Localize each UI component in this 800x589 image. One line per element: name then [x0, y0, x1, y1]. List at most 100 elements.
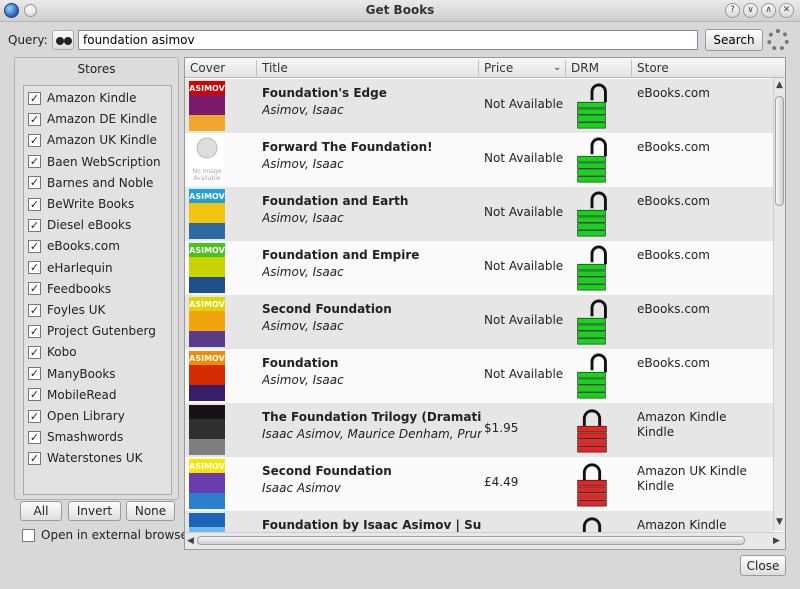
store-checkbox[interactable]: ✓	[28, 324, 41, 338]
table-row[interactable]: ASIMOV Second Foundation Asimov, Isaac Not …	[185, 295, 773, 349]
store-label: Amazon DE Kindle	[47, 112, 158, 127]
table-row[interactable]: ASIMOV Foundation's Edge Asimov, Isaac Not …	[185, 79, 773, 133]
table-row[interactable]: No Image Available Forward The Foundation…	[185, 133, 773, 187]
store-item[interactable]: ✓ eBooks.com	[28, 237, 120, 255]
close-button[interactable]: Close	[740, 555, 786, 576]
store-item[interactable]: ✓ Foyles UK	[28, 301, 105, 319]
scroll-down-arrow-icon[interactable]: ▼	[776, 517, 783, 527]
store-checkbox[interactable]: ✓	[28, 112, 41, 126]
book-author: Asimov, Isaac	[262, 265, 344, 279]
store-checkbox[interactable]: ✓	[28, 430, 41, 444]
store-item[interactable]: ✓ Amazon DE Kindle	[28, 110, 157, 128]
store-label: MobileRead	[47, 387, 117, 402]
sort-chevron-down-icon: ⌄	[553, 62, 562, 73]
scroll-left-arrow-icon[interactable]: ◀	[187, 536, 194, 546]
store-item[interactable]: ✓ MobileRead	[28, 386, 117, 404]
store-item[interactable]: ✓ BeWrite Books	[28, 195, 134, 213]
column-header-store[interactable]: Store	[637, 61, 669, 75]
table-row[interactable]: ASIMOV Second Foundation Isaac Asimov £4.49…	[185, 457, 773, 511]
search-button[interactable]: Search	[705, 29, 763, 51]
binoculars-icon[interactable]	[52, 30, 74, 50]
store-checkbox[interactable]: ✓	[28, 176, 41, 190]
store-checkbox[interactable]: ✓	[28, 303, 41, 317]
store-label: Amazon UK Kindle	[47, 133, 157, 148]
book-title: Foundation and Empire	[262, 248, 420, 262]
book-price: Not Available	[484, 313, 564, 327]
store-item[interactable]: ✓ Waterstones UK	[28, 449, 142, 467]
store-item[interactable]: ✓ eHarlequin	[28, 259, 113, 277]
store-label: BeWrite Books	[47, 197, 135, 211]
book-cover-image: ASIMOV	[189, 81, 225, 131]
open-external-browser-option[interactable]: Open in external browser	[22, 528, 193, 542]
store-checkbox[interactable]: ✓	[28, 91, 41, 105]
store-item[interactable]: ✓ Baen WebScription	[28, 153, 161, 171]
scroll-up-arrow-icon[interactable]: ▲	[776, 80, 783, 90]
book-author: Isaac Asimov, Maurice Denham, Prunella S…	[262, 427, 482, 441]
minimize-icon[interactable]: ∨	[743, 3, 758, 18]
store-item[interactable]: ✓ Smashwords	[28, 428, 123, 446]
book-title: Foundation's Edge	[262, 86, 387, 100]
store-checkbox[interactable]: ✓	[28, 409, 41, 423]
store-checkbox[interactable]: ✓	[28, 345, 41, 359]
store-label: Barnes and Noble	[47, 175, 154, 190]
unlocked-padlock-icon	[577, 299, 607, 345]
store-checkbox[interactable]: ✓	[28, 133, 41, 147]
column-header-title[interactable]: Title	[262, 61, 288, 75]
column-header-cover[interactable]: Cover	[190, 61, 225, 75]
column-header-price[interactable]: Price	[484, 61, 513, 75]
stores-list[interactable]: ✓ Amazon Kindle ✓ Amazon DE Kindle ✓ Amazon U…	[23, 85, 172, 495]
store-checkbox[interactable]: ✓	[28, 197, 41, 211]
store-item[interactable]: ✓ Amazon UK Kindle	[28, 131, 157, 149]
store-item[interactable]: ✓ Kobo	[28, 343, 77, 361]
store-checkbox[interactable]: ✓	[28, 388, 41, 402]
unlocked-padlock-icon	[577, 191, 607, 237]
book-cover-image	[189, 405, 225, 455]
store-item[interactable]: ✓ Feedbooks	[28, 280, 111, 298]
stores-panel: Stores ✓ Amazon Kindle ✓ Amazon DE Kindle ✓ A…	[14, 57, 179, 500]
book-author: Asimov, Isaac	[262, 373, 344, 387]
no-image-placeholder: No Image Available	[189, 135, 225, 185]
book-store: Amazon KindleKindle	[637, 410, 727, 439]
table-row[interactable]: ASIMOV Foundation and Empire Asimov, Isaac…	[185, 241, 773, 295]
help-icon[interactable]: ?	[725, 3, 740, 18]
store-item[interactable]: ✓ Project Gutenberg	[28, 322, 156, 340]
table-row[interactable]: ASIMOV Foundation Asimov, Isaac Not Availab…	[185, 349, 773, 403]
invert-selection-button[interactable]: Invert	[68, 501, 121, 521]
search-input[interactable]	[78, 30, 698, 50]
horizontal-scrollbar[interactable]: ◀ ▶	[185, 532, 785, 549]
maximize-icon[interactable]: ∧	[761, 3, 776, 18]
store-item[interactable]: ✓ Amazon Kindle	[28, 89, 136, 107]
table-row[interactable]: ASIMOV Foundation and Earth Asimov, Isaac N…	[185, 187, 773, 241]
book-title: Second Foundation	[262, 302, 392, 316]
store-checkbox[interactable]: ✓	[28, 218, 41, 232]
store-item[interactable]: ✓ ManyBooks	[28, 365, 116, 383]
store-checkbox[interactable]: ✓	[28, 282, 41, 296]
open-external-checkbox[interactable]	[22, 528, 35, 542]
column-header-drm[interactable]: DRM	[571, 61, 599, 75]
store-checkbox[interactable]: ✓	[28, 367, 41, 381]
store-item[interactable]: ✓ Barnes and Noble	[28, 174, 153, 192]
select-none-button[interactable]: None	[126, 501, 175, 521]
horizontal-scroll-thumb[interactable]	[197, 536, 745, 545]
book-cover-image: ASIMOV	[189, 351, 225, 401]
store-checkbox[interactable]: ✓	[28, 261, 41, 275]
store-item[interactable]: ✓ Open Library	[28, 407, 125, 425]
unlocked-padlock-icon	[577, 137, 607, 183]
scroll-right-arrow-icon[interactable]: ▶	[773, 536, 780, 546]
book-author: Asimov, Isaac	[262, 211, 344, 225]
store-checkbox[interactable]: ✓	[28, 451, 41, 465]
vertical-scroll-thumb[interactable]	[775, 96, 784, 206]
table-row[interactable]: The Foundation Trilogy (Dramatized) Isaac…	[185, 403, 773, 457]
open-external-label: Open in external browser	[41, 528, 193, 542]
select-all-button[interactable]: All	[20, 501, 62, 521]
results-table[interactable]: Cover Title Price ⌄ DRM Store ASIMOV Foun…	[184, 57, 786, 550]
store-label: Baen WebScription	[47, 154, 161, 169]
book-price: Not Available	[484, 97, 564, 111]
store-item[interactable]: ✓ Diesel eBooks	[28, 216, 131, 234]
store-checkbox[interactable]: ✓	[28, 239, 41, 253]
store-label: Amazon Kindle	[47, 91, 137, 105]
store-checkbox[interactable]: ✓	[28, 155, 41, 169]
book-cover-image: ASIMOV	[189, 243, 225, 293]
close-window-icon[interactable]: ✕	[779, 3, 794, 18]
vertical-scrollbar[interactable]: ▲ ▼	[773, 78, 785, 531]
